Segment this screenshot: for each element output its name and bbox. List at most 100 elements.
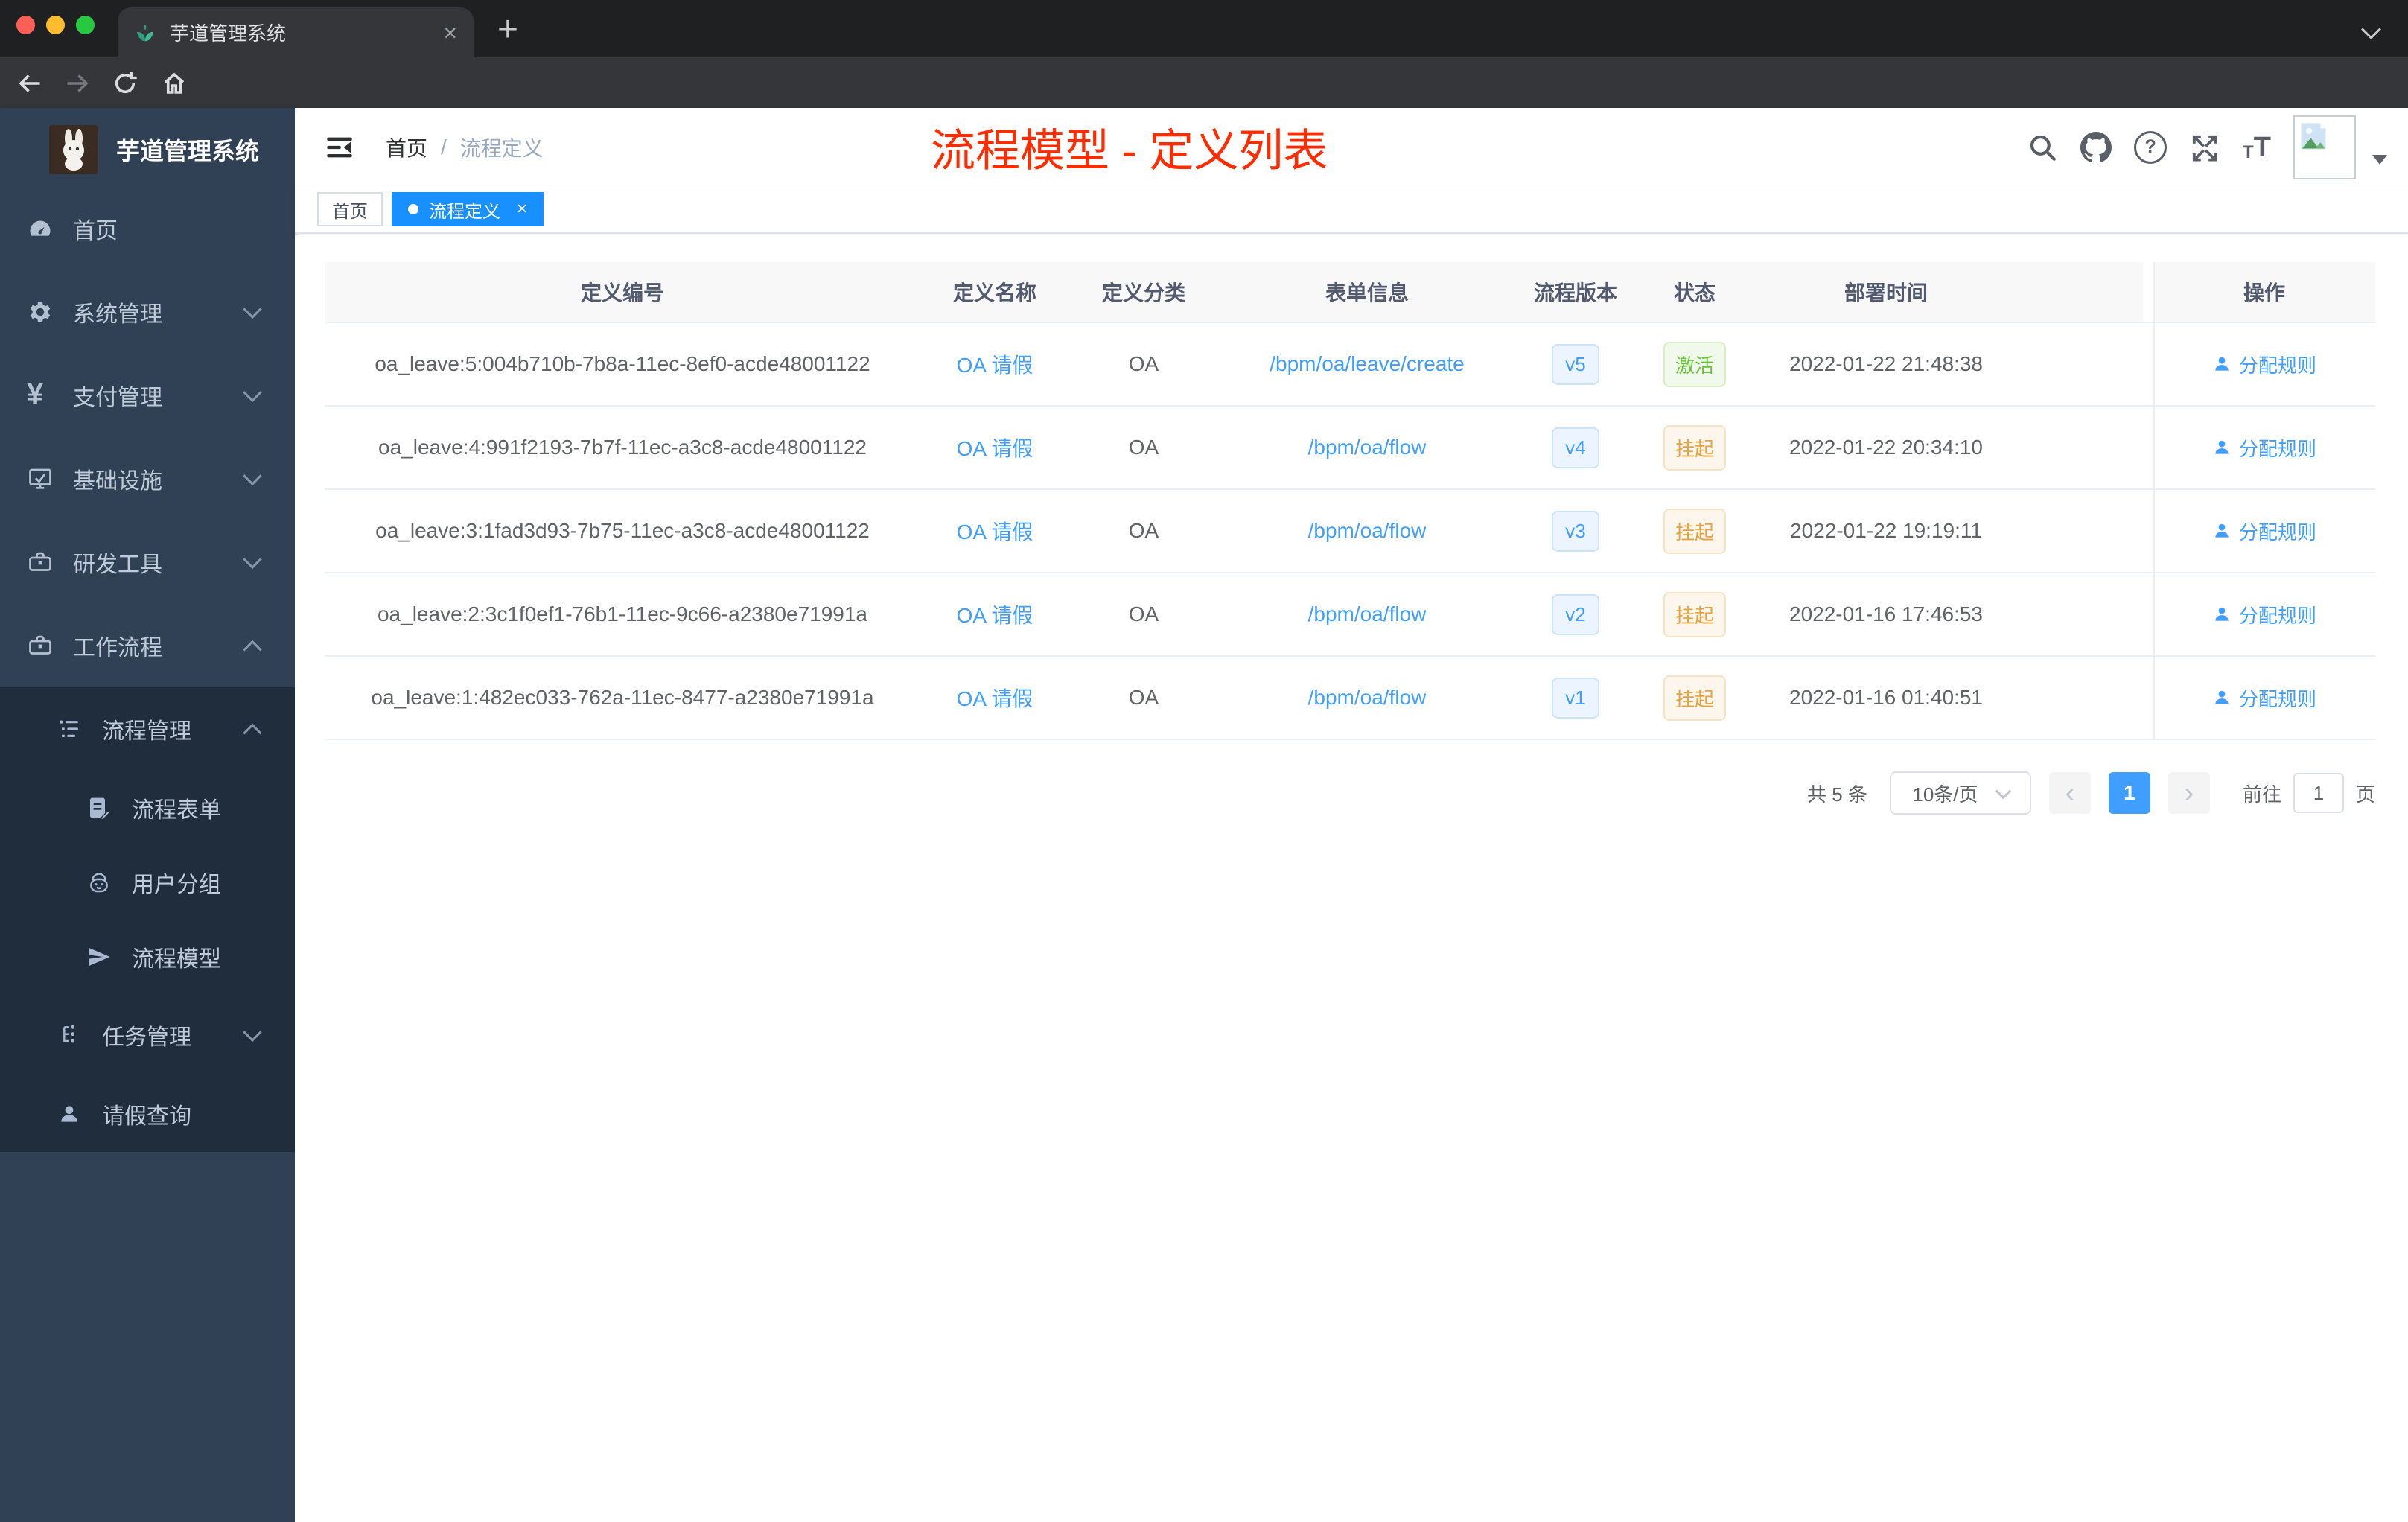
definition-name-link[interactable]: OA 请假 bbox=[957, 516, 1033, 546]
prev-page-button[interactable]: ‹ bbox=[2048, 772, 2091, 814]
col-form-info: 表单信息 bbox=[1325, 281, 1409, 305]
browser-tab[interactable]: 芋道管理系统 × bbox=[118, 7, 474, 57]
definition-table: 定义编号 定义名称 定义分类 表单信息 流程版本 状态 部署时间 操作 oa_l… bbox=[325, 262, 2375, 740]
current-page-button[interactable]: 1 bbox=[2108, 772, 2150, 814]
assign-rule-button[interactable]: 分配规则 bbox=[2212, 351, 2316, 378]
form-link[interactable]: /bpm/oa/leave/create bbox=[1270, 352, 1465, 376]
definition-name-link[interactable]: OA 请假 bbox=[957, 433, 1033, 462]
sidebar-item-label: 流程模型 bbox=[132, 947, 221, 972]
sidebar-item-leave-query[interactable]: 请假查询 bbox=[0, 1076, 295, 1152]
cell-deploy-time: 2022-01-16 01:40:51 bbox=[1789, 686, 1983, 709]
definition-name-link[interactable]: OA 请假 bbox=[957, 349, 1033, 379]
avatar-dropdown-caret-icon[interactable] bbox=[2372, 155, 2387, 165]
github-icon[interactable] bbox=[2080, 131, 2112, 163]
cell-category: OA bbox=[1128, 519, 1159, 542]
tab-search-chevron-icon[interactable] bbox=[2361, 19, 2381, 39]
home-icon[interactable] bbox=[161, 70, 188, 97]
status-badge: 挂起 bbox=[1663, 675, 1726, 721]
col-process-version: 流程版本 bbox=[1533, 281, 1617, 305]
assign-rule-button[interactable]: 分配规则 bbox=[2212, 684, 2316, 712]
assign-rule-button[interactable]: 分配规则 bbox=[2212, 601, 2316, 628]
dashboard-gauge-icon bbox=[27, 215, 54, 242]
version-badge: v1 bbox=[1552, 677, 1599, 719]
status-badge: 挂起 bbox=[1663, 424, 1726, 471]
sidebar-item-infra[interactable]: 基础设施 bbox=[0, 437, 295, 520]
form-link[interactable]: /bpm/oa/flow bbox=[1308, 436, 1427, 459]
gear-icon bbox=[27, 299, 54, 325]
sidebar-item-label: 用户分组 bbox=[132, 873, 221, 897]
page-content: 定义编号 定义名称 定义分类 表单信息 流程版本 状态 部署时间 操作 oa_l… bbox=[295, 235, 2408, 1522]
header-actions: ? TT bbox=[2027, 108, 2387, 186]
col-deploy-time: 部署时间 bbox=[1844, 281, 1928, 305]
sidebar-item-label: 基础设施 bbox=[73, 469, 162, 494]
definition-name-link[interactable]: OA 请假 bbox=[957, 599, 1033, 629]
sidebar-item-process-form[interactable]: 流程表单 bbox=[0, 771, 295, 845]
help-icon[interactable]: ? bbox=[2134, 130, 2167, 164]
col-definition-id: 定义编号 bbox=[580, 281, 664, 305]
sidebar-item-system[interactable]: 系统管理 bbox=[0, 270, 295, 354]
fixed-column-divider bbox=[2153, 262, 2155, 740]
cell-deploy-time: 2022-01-22 20:34:10 bbox=[1789, 436, 1983, 459]
tab-title: 芋道管理系统 bbox=[170, 22, 287, 45]
assign-rule-button[interactable]: 分配规则 bbox=[2212, 434, 2316, 462]
sidebar-item-process-management[interactable]: 流程管理 bbox=[0, 687, 295, 771]
person-icon bbox=[2215, 607, 2229, 621]
cell-category: OA bbox=[1128, 352, 1159, 375]
sidebar-collapse-icon[interactable] bbox=[325, 133, 354, 162]
sidebar-item-workflow[interactable]: 工作流程 bbox=[0, 604, 295, 687]
cell-category: OA bbox=[1128, 686, 1159, 709]
cell-deploy-time: 2022-01-22 19:19:11 bbox=[1790, 519, 1982, 542]
close-window-button[interactable] bbox=[16, 16, 35, 34]
avatar[interactable] bbox=[2293, 115, 2356, 179]
sidebar-item-user-group[interactable]: 用户分组 bbox=[0, 845, 295, 920]
search-icon[interactable] bbox=[2027, 132, 2058, 163]
font-size-icon[interactable]: TT bbox=[2243, 133, 2271, 162]
sidebar-logo: 芋道管理系统 bbox=[0, 108, 295, 174]
tag-process-definition[interactable]: 流程定义 × bbox=[392, 192, 544, 226]
form-link[interactable]: /bpm/oa/flow bbox=[1308, 686, 1427, 710]
new-tab-button[interactable]: + bbox=[497, 9, 518, 50]
red-annotation-title: 流程模型 - 定义列表 bbox=[931, 126, 1328, 176]
assign-rule-button[interactable]: 分配规则 bbox=[2212, 518, 2316, 545]
sidebar-item-label: 工作流程 bbox=[73, 636, 162, 660]
zoom-window-button[interactable] bbox=[76, 16, 95, 34]
logo-avatar bbox=[49, 125, 98, 174]
tab-close-icon[interactable]: × bbox=[443, 21, 457, 45]
sidebar-item-task-management[interactable]: 任务管理 bbox=[0, 994, 295, 1076]
fullscreen-icon[interactable] bbox=[2189, 132, 2220, 163]
next-page-button[interactable]: › bbox=[2167, 772, 2210, 814]
cell-definition-id: oa_leave:2:3c1f0ef1-76b1-11ec-9c66-a2380… bbox=[377, 602, 867, 625]
form-link[interactable]: /bpm/oa/flow bbox=[1308, 519, 1427, 543]
version-badge: v3 bbox=[1552, 510, 1599, 552]
tag-home[interactable]: 首页 bbox=[317, 192, 383, 226]
back-icon[interactable] bbox=[16, 70, 43, 97]
cell-deploy-time: 2022-01-16 17:46:53 bbox=[1789, 602, 1983, 625]
sidebar-item-process-model[interactable]: 流程模型 bbox=[0, 920, 295, 994]
tag-close-icon[interactable]: × bbox=[517, 199, 527, 220]
yen-icon: ¥ bbox=[27, 378, 44, 410]
toolbox-icon bbox=[27, 632, 54, 659]
forward-icon[interactable] bbox=[64, 70, 91, 97]
sidebar-item-devtools[interactable]: 研发工具 bbox=[0, 520, 295, 604]
sidebar-item-label: 流程管理 bbox=[102, 719, 191, 744]
sidebar-item-payment[interactable]: ¥ 支付管理 bbox=[0, 354, 295, 437]
breadcrumb: 首页 / 流程定义 bbox=[386, 133, 544, 162]
cell-definition-id: oa_leave:1:482ec033-762a-11ec-8477-a2380… bbox=[371, 686, 874, 709]
sidebar-item-home[interactable]: 首页 bbox=[0, 187, 295, 270]
reload-icon[interactable] bbox=[112, 70, 138, 97]
goto-page-input[interactable]: 1 bbox=[2293, 773, 2344, 813]
list-icon bbox=[57, 717, 81, 741]
definition-name-link[interactable]: OA 请假 bbox=[957, 683, 1033, 713]
screen: 芋道管理系统 × + 不安全 dashboard.yudao.iocoder.c… bbox=[0, 0, 2408, 1522]
macos-traffic-lights bbox=[16, 16, 95, 34]
person-icon bbox=[2215, 357, 2229, 371]
paper-plane-icon bbox=[87, 945, 111, 969]
person-icon bbox=[2215, 440, 2229, 454]
page-size-select[interactable]: 10条/页 bbox=[1889, 771, 2031, 815]
user-group-face-icon bbox=[87, 870, 111, 894]
breadcrumb-home[interactable]: 首页 bbox=[386, 133, 427, 162]
minimize-window-button[interactable] bbox=[46, 16, 65, 34]
chevron-down-icon bbox=[243, 383, 262, 403]
fixed-column-gap bbox=[2143, 262, 2153, 322]
form-link[interactable]: /bpm/oa/flow bbox=[1308, 602, 1427, 626]
